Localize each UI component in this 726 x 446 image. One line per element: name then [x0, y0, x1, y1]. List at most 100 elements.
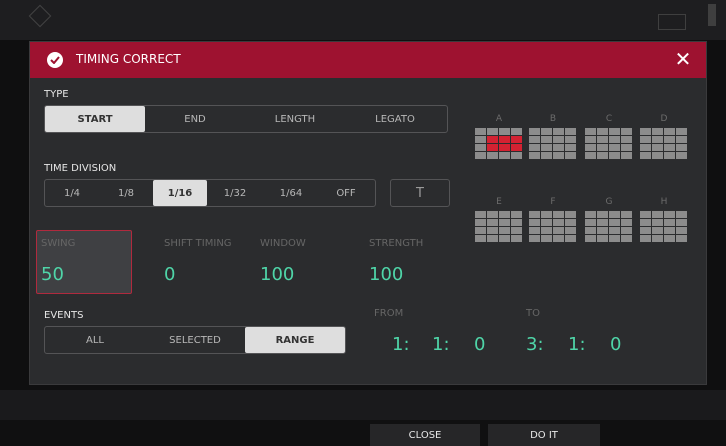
pad-g-10: [597, 227, 608, 234]
pad-a-16: [511, 152, 522, 159]
pad-a-6: [487, 136, 498, 143]
pad-e-8: [511, 219, 522, 226]
home-icon: [28, 4, 52, 28]
pad-d-5: [640, 136, 651, 143]
pad-d-12: [676, 144, 687, 151]
events-option-range[interactable]: RANGE: [245, 327, 345, 353]
timing-correct-dialog: TIMING CORRECT ✕ TYPE START END LENGTH LEGA…: [30, 42, 706, 384]
to-bar[interactable]: 3:: [526, 334, 544, 355]
from-bar[interactable]: 1:: [392, 334, 410, 355]
pad-g-15: [609, 235, 620, 242]
pad-d-16: [676, 152, 687, 159]
to-tick[interactable]: 0: [610, 334, 621, 355]
time-division-option-1-64[interactable]: 1/64: [263, 180, 319, 206]
from-tick[interactable]: 0: [474, 334, 485, 355]
pad-d-4: [676, 128, 687, 135]
pad-a-12: [511, 144, 522, 151]
pad-e-12: [511, 227, 522, 234]
pad-g-3: [609, 211, 620, 218]
pad-c-5: [585, 136, 596, 143]
pad-e-10: [487, 227, 498, 234]
footer-bar: [0, 420, 726, 446]
events-option-all[interactable]: ALL: [45, 327, 145, 353]
pad-e-9: [475, 227, 486, 234]
time-division-option-1-16[interactable]: 1/16: [153, 180, 207, 206]
dialog-title: TIMING CORRECT: [76, 52, 181, 66]
events-selector: ALL SELECTED RANGE: [44, 326, 346, 354]
do-it-button[interactable]: DO IT: [488, 424, 600, 446]
pad-c-3: [609, 128, 620, 135]
from-beat[interactable]: 1:: [432, 334, 450, 355]
pad-e-11: [499, 227, 510, 234]
bank-label-a: A: [495, 114, 503, 124]
pad-e-6: [487, 219, 498, 226]
pad-h-9: [640, 227, 651, 234]
pad-c-14: [597, 152, 608, 159]
type-option-start[interactable]: START: [45, 106, 145, 132]
pad-c-4: [621, 128, 632, 135]
pad-h-2: [652, 211, 663, 218]
time-division-option-off[interactable]: OFF: [319, 180, 373, 206]
pad-b-12: [565, 144, 576, 151]
pad-d-10: [652, 144, 663, 151]
pad-d-1: [640, 128, 651, 135]
pad-g-16: [621, 235, 632, 242]
pad-e-16: [511, 235, 522, 242]
to-beat[interactable]: 1:: [568, 334, 586, 355]
pad-e-13: [475, 235, 486, 242]
type-option-end[interactable]: END: [145, 106, 245, 132]
triplet-button[interactable]: T: [390, 179, 450, 207]
time-division-option-1-4[interactable]: 1/4: [45, 180, 99, 206]
pad-c-6: [597, 136, 608, 143]
close-footer-button[interactable]: CLOSE: [370, 424, 480, 446]
window-value[interactable]: 100: [260, 264, 294, 285]
pad-g-14: [597, 235, 608, 242]
pad-h-6: [652, 219, 663, 226]
pad-g-5: [585, 219, 596, 226]
pad-c-9: [585, 144, 596, 151]
pad-h-3: [664, 211, 675, 218]
pad-d-3: [664, 128, 675, 135]
pad-f-16: [565, 235, 576, 242]
pad-f-14: [541, 235, 552, 242]
pad-b-3: [553, 128, 564, 135]
shift-timing-value[interactable]: 0: [164, 264, 175, 285]
background-button: [658, 14, 686, 30]
time-division-option-1-32[interactable]: 1/32: [207, 180, 263, 206]
time-division-selector: 1/4 1/8 1/16 1/32 1/64 OFF: [44, 179, 376, 207]
pad-h-16: [676, 235, 687, 242]
strength-value[interactable]: 100: [369, 264, 403, 285]
pad-a-3: [499, 128, 510, 135]
events-label: EVENTS: [44, 310, 84, 321]
pad-g-1: [585, 211, 596, 218]
pad-a-7: [499, 136, 510, 143]
pad-d-14: [652, 152, 663, 159]
bank-label-f: F: [550, 197, 556, 207]
type-selector: START END LENGTH LEGATO: [44, 105, 448, 133]
pad-c-7: [609, 136, 620, 143]
pad-e-7: [499, 219, 510, 226]
pad-d-7: [664, 136, 675, 143]
events-option-selected[interactable]: SELECTED: [145, 327, 245, 353]
pad-h-12: [676, 227, 687, 234]
time-division-option-1-8[interactable]: 1/8: [99, 180, 153, 206]
background-toolbar: [0, 0, 726, 40]
pad-a-1: [475, 128, 486, 135]
pad-b-4: [565, 128, 576, 135]
pad-b-5: [529, 136, 540, 143]
pad-e-4: [511, 211, 522, 218]
close-icon[interactable]: ✕: [672, 48, 694, 70]
pad-a-5: [475, 136, 486, 143]
pad-b-9: [529, 144, 540, 151]
dialog-titlebar: TIMING CORRECT ✕: [30, 42, 706, 78]
battery-icon: [708, 4, 716, 26]
pad-h-4: [676, 211, 687, 218]
pad-d-11: [664, 144, 675, 151]
shift-timing-label: SHIFT TIMING: [164, 238, 232, 249]
pad-g-6: [597, 219, 608, 226]
type-option-length[interactable]: LENGTH: [245, 106, 345, 132]
pad-e-14: [487, 235, 498, 242]
pad-b-13: [529, 152, 540, 159]
pad-g-12: [621, 227, 632, 234]
type-option-legato[interactable]: LEGATO: [345, 106, 445, 132]
